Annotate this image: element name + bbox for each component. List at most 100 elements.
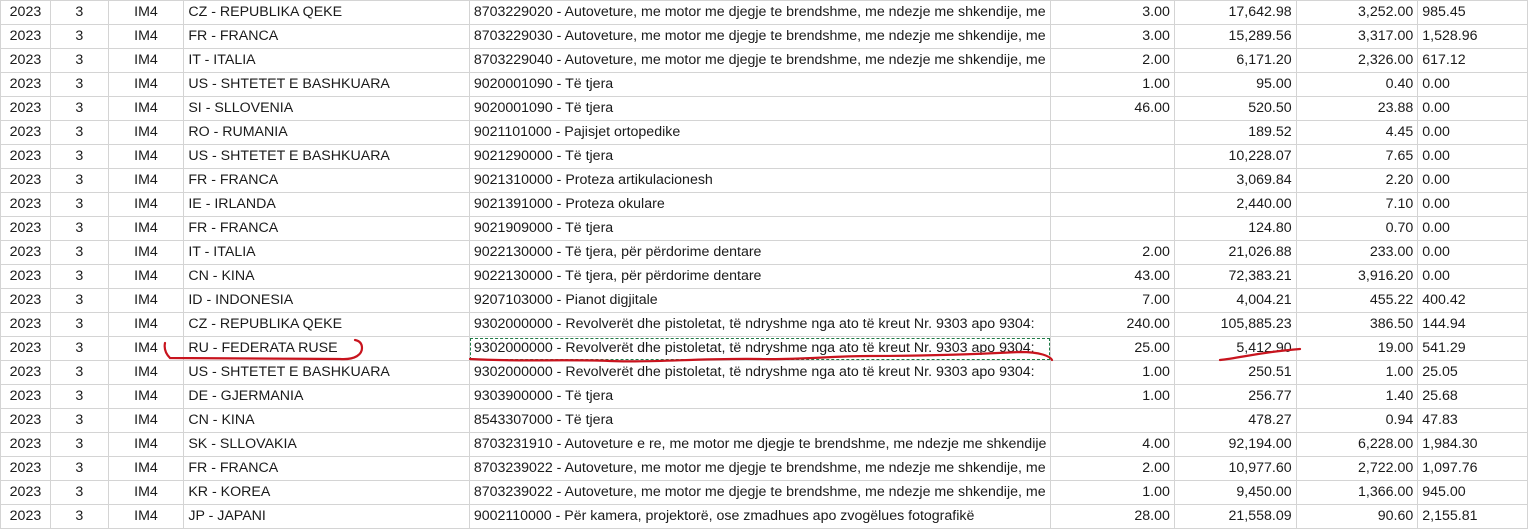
cell-commodity[interactable]: 9207103000 - Pianot digjitale <box>468 288 1052 313</box>
cell-value[interactable]: 520.50 <box>1173 96 1297 121</box>
cell-month[interactable]: 3 <box>49 360 109 385</box>
cell-value[interactable]: 256.77 <box>1173 384 1297 409</box>
cell-quantity[interactable] <box>1050 408 1175 433</box>
cell-weight[interactable]: 0.94 <box>1295 408 1419 433</box>
cell-regime[interactable]: IM4 <box>107 24 185 49</box>
cell-tax[interactable]: 0.00 <box>1417 144 1528 169</box>
cell-month[interactable]: 3 <box>49 144 109 169</box>
cell-country[interactable]: IE - IRLANDA <box>183 192 470 217</box>
cell-weight[interactable]: 3,916.20 <box>1295 264 1419 289</box>
cell-tax[interactable]: 541.29 <box>1417 336 1528 361</box>
cell-quantity[interactable]: 3.00 <box>1050 0 1175 25</box>
cell-regime[interactable]: IM4 <box>107 168 185 193</box>
cell-year[interactable]: 2023 <box>0 24 51 49</box>
cell-commodity[interactable]: 9022130000 - Të tjera, për përdorime den… <box>468 240 1052 265</box>
cell-month[interactable]: 3 <box>49 432 109 457</box>
cell-country[interactable]: CN - KINA <box>183 264 470 289</box>
cell-value[interactable]: 105,885.23 <box>1173 312 1297 337</box>
table-row[interactable]: 2023 3 IM4 SI - SLLOVENIA 9020001090 - Të tj… <box>0 96 1528 121</box>
cell-weight[interactable]: 455.22 <box>1295 288 1419 313</box>
table-row[interactable]: 2023 3 IM4 RO - RUMANIA 9021101000 - Pajisje… <box>0 120 1528 145</box>
table-row[interactable]: 2023 3 IM4 IT - ITALIA 8703229040 - Autovetu… <box>0 48 1528 73</box>
cell-quantity[interactable]: 1.00 <box>1050 360 1175 385</box>
cell-commodity[interactable]: 9021391000 - Proteza okulare <box>468 192 1052 217</box>
cell-weight[interactable]: 3,252.00 <box>1295 0 1419 25</box>
cell-tax[interactable]: 985.45 <box>1417 0 1528 25</box>
cell-value[interactable]: 95.00 <box>1173 72 1297 97</box>
cell-year[interactable]: 2023 <box>0 48 51 73</box>
cell-quantity[interactable] <box>1050 144 1175 169</box>
cell-commodity[interactable]: 8703239022 - Autoveture, me motor me dje… <box>468 456 1052 481</box>
cell-month[interactable]: 3 <box>49 216 109 241</box>
cell-commodity[interactable]: 8703229040 - Autoveture, me motor me dje… <box>468 48 1052 73</box>
cell-quantity[interactable]: 7.00 <box>1050 288 1175 313</box>
cell-weight[interactable]: 7.65 <box>1295 144 1419 169</box>
cell-weight[interactable]: 6,228.00 <box>1295 432 1419 457</box>
cell-quantity[interactable]: 43.00 <box>1050 264 1175 289</box>
cell-value[interactable]: 21,026.88 <box>1173 240 1297 265</box>
cell-year[interactable]: 2023 <box>0 480 51 505</box>
cell-commodity[interactable]: 8703229030 - Autoveture, me motor me dje… <box>468 24 1052 49</box>
cell-year[interactable]: 2023 <box>0 0 51 25</box>
cell-month[interactable]: 3 <box>49 456 109 481</box>
cell-value[interactable]: 10,977.60 <box>1173 456 1297 481</box>
cell-regime[interactable]: IM4 <box>107 336 185 361</box>
cell-country[interactable]: SI - SLLOVENIA <box>183 96 470 121</box>
cell-year[interactable]: 2023 <box>0 72 51 97</box>
cell-weight[interactable]: 7.10 <box>1295 192 1419 217</box>
cell-commodity[interactable]: 9021909000 - Të tjera <box>468 216 1052 241</box>
cell-month[interactable]: 3 <box>49 408 109 433</box>
cell-month[interactable]: 3 <box>49 288 109 313</box>
table-row[interactable]: 2023 3 IM4 CZ - REPUBLIKA QEKE 8703229020 - … <box>0 0 1528 25</box>
cell-commodity[interactable]: 9303900000 - Të tjera <box>468 384 1052 409</box>
cell-month[interactable]: 3 <box>49 120 109 145</box>
cell-tax[interactable]: 144.94 <box>1417 312 1528 337</box>
cell-weight[interactable]: 2,722.00 <box>1295 456 1419 481</box>
cell-year[interactable]: 2023 <box>0 384 51 409</box>
cell-country[interactable]: US - SHTETET E BASHKUARA <box>183 72 470 97</box>
cell-regime[interactable]: IM4 <box>107 96 185 121</box>
cell-country[interactable]: US - SHTETET E BASHKUARA <box>183 360 470 385</box>
cell-tax[interactable]: 617.12 <box>1417 48 1528 73</box>
table-row[interactable]: 2023 3 IM4 FR - FRANCA 9021310000 - Proteza … <box>0 168 1528 193</box>
cell-tax[interactable]: 0.00 <box>1417 192 1528 217</box>
cell-tax[interactable]: 0.00 <box>1417 168 1528 193</box>
cell-regime[interactable]: IM4 <box>107 144 185 169</box>
cell-tax[interactable]: 0.00 <box>1417 120 1528 145</box>
cell-country[interactable]: FR - FRANCA <box>183 168 470 193</box>
cell-month[interactable]: 3 <box>49 240 109 265</box>
cell-tax[interactable]: 0.00 <box>1417 216 1528 241</box>
cell-month[interactable]: 3 <box>49 480 109 505</box>
table-row[interactable]: 2023 3 IM4 FR - FRANCA 8703229030 - Autovetu… <box>0 24 1528 49</box>
cell-weight[interactable]: 3,317.00 <box>1295 24 1419 49</box>
cell-quantity[interactable]: 3.00 <box>1050 24 1175 49</box>
cell-country[interactable]: DE - GJERMANIA <box>183 384 470 409</box>
cell-regime[interactable]: IM4 <box>107 120 185 145</box>
cell-value[interactable]: 2,440.00 <box>1173 192 1297 217</box>
cell-quantity[interactable]: 2.00 <box>1050 48 1175 73</box>
cell-tax[interactable]: 25.05 <box>1417 360 1528 385</box>
cell-month[interactable]: 3 <box>49 312 109 337</box>
cell-country[interactable]: FR - FRANCA <box>183 216 470 241</box>
cell-value[interactable]: 4,004.21 <box>1173 288 1297 313</box>
table-row[interactable]: 2023 3 IM4 IT - ITALIA 9022130000 - Të tjera… <box>0 240 1528 265</box>
cell-quantity[interactable] <box>1050 120 1175 145</box>
cell-month[interactable]: 3 <box>49 192 109 217</box>
cell-value[interactable]: 3,069.84 <box>1173 168 1297 193</box>
cell-tax[interactable]: 0.00 <box>1417 96 1528 121</box>
cell-commodity[interactable]: 9021101000 - Pajisjet ortopedike <box>468 120 1052 145</box>
cell-year[interactable]: 2023 <box>0 288 51 313</box>
cell-tax[interactable]: 400.42 <box>1417 288 1528 313</box>
cell-regime[interactable]: IM4 <box>107 288 185 313</box>
table-row[interactable]: 2023 3 IM4 US - SHTETET E BASHKUARA 90200010… <box>0 72 1528 97</box>
cell-year[interactable]: 2023 <box>0 456 51 481</box>
cell-country[interactable]: RO - RUMANIA <box>183 120 470 145</box>
cell-year[interactable]: 2023 <box>0 408 51 433</box>
cell-commodity[interactable]: 9302000000 - Revolverët dhe pistoletat, … <box>468 360 1052 385</box>
cell-month[interactable]: 3 <box>49 384 109 409</box>
cell-weight[interactable]: 23.88 <box>1295 96 1419 121</box>
cell-value[interactable]: 9,450.00 <box>1173 480 1297 505</box>
cell-weight[interactable]: 233.00 <box>1295 240 1419 265</box>
cell-commodity[interactable]: 8703231910 - Autoveture e re, me motor m… <box>468 432 1052 457</box>
table-row[interactable]: 2023 3 IM4 SK - SLLOVAKIA 8703231910 - Autov… <box>0 432 1528 457</box>
